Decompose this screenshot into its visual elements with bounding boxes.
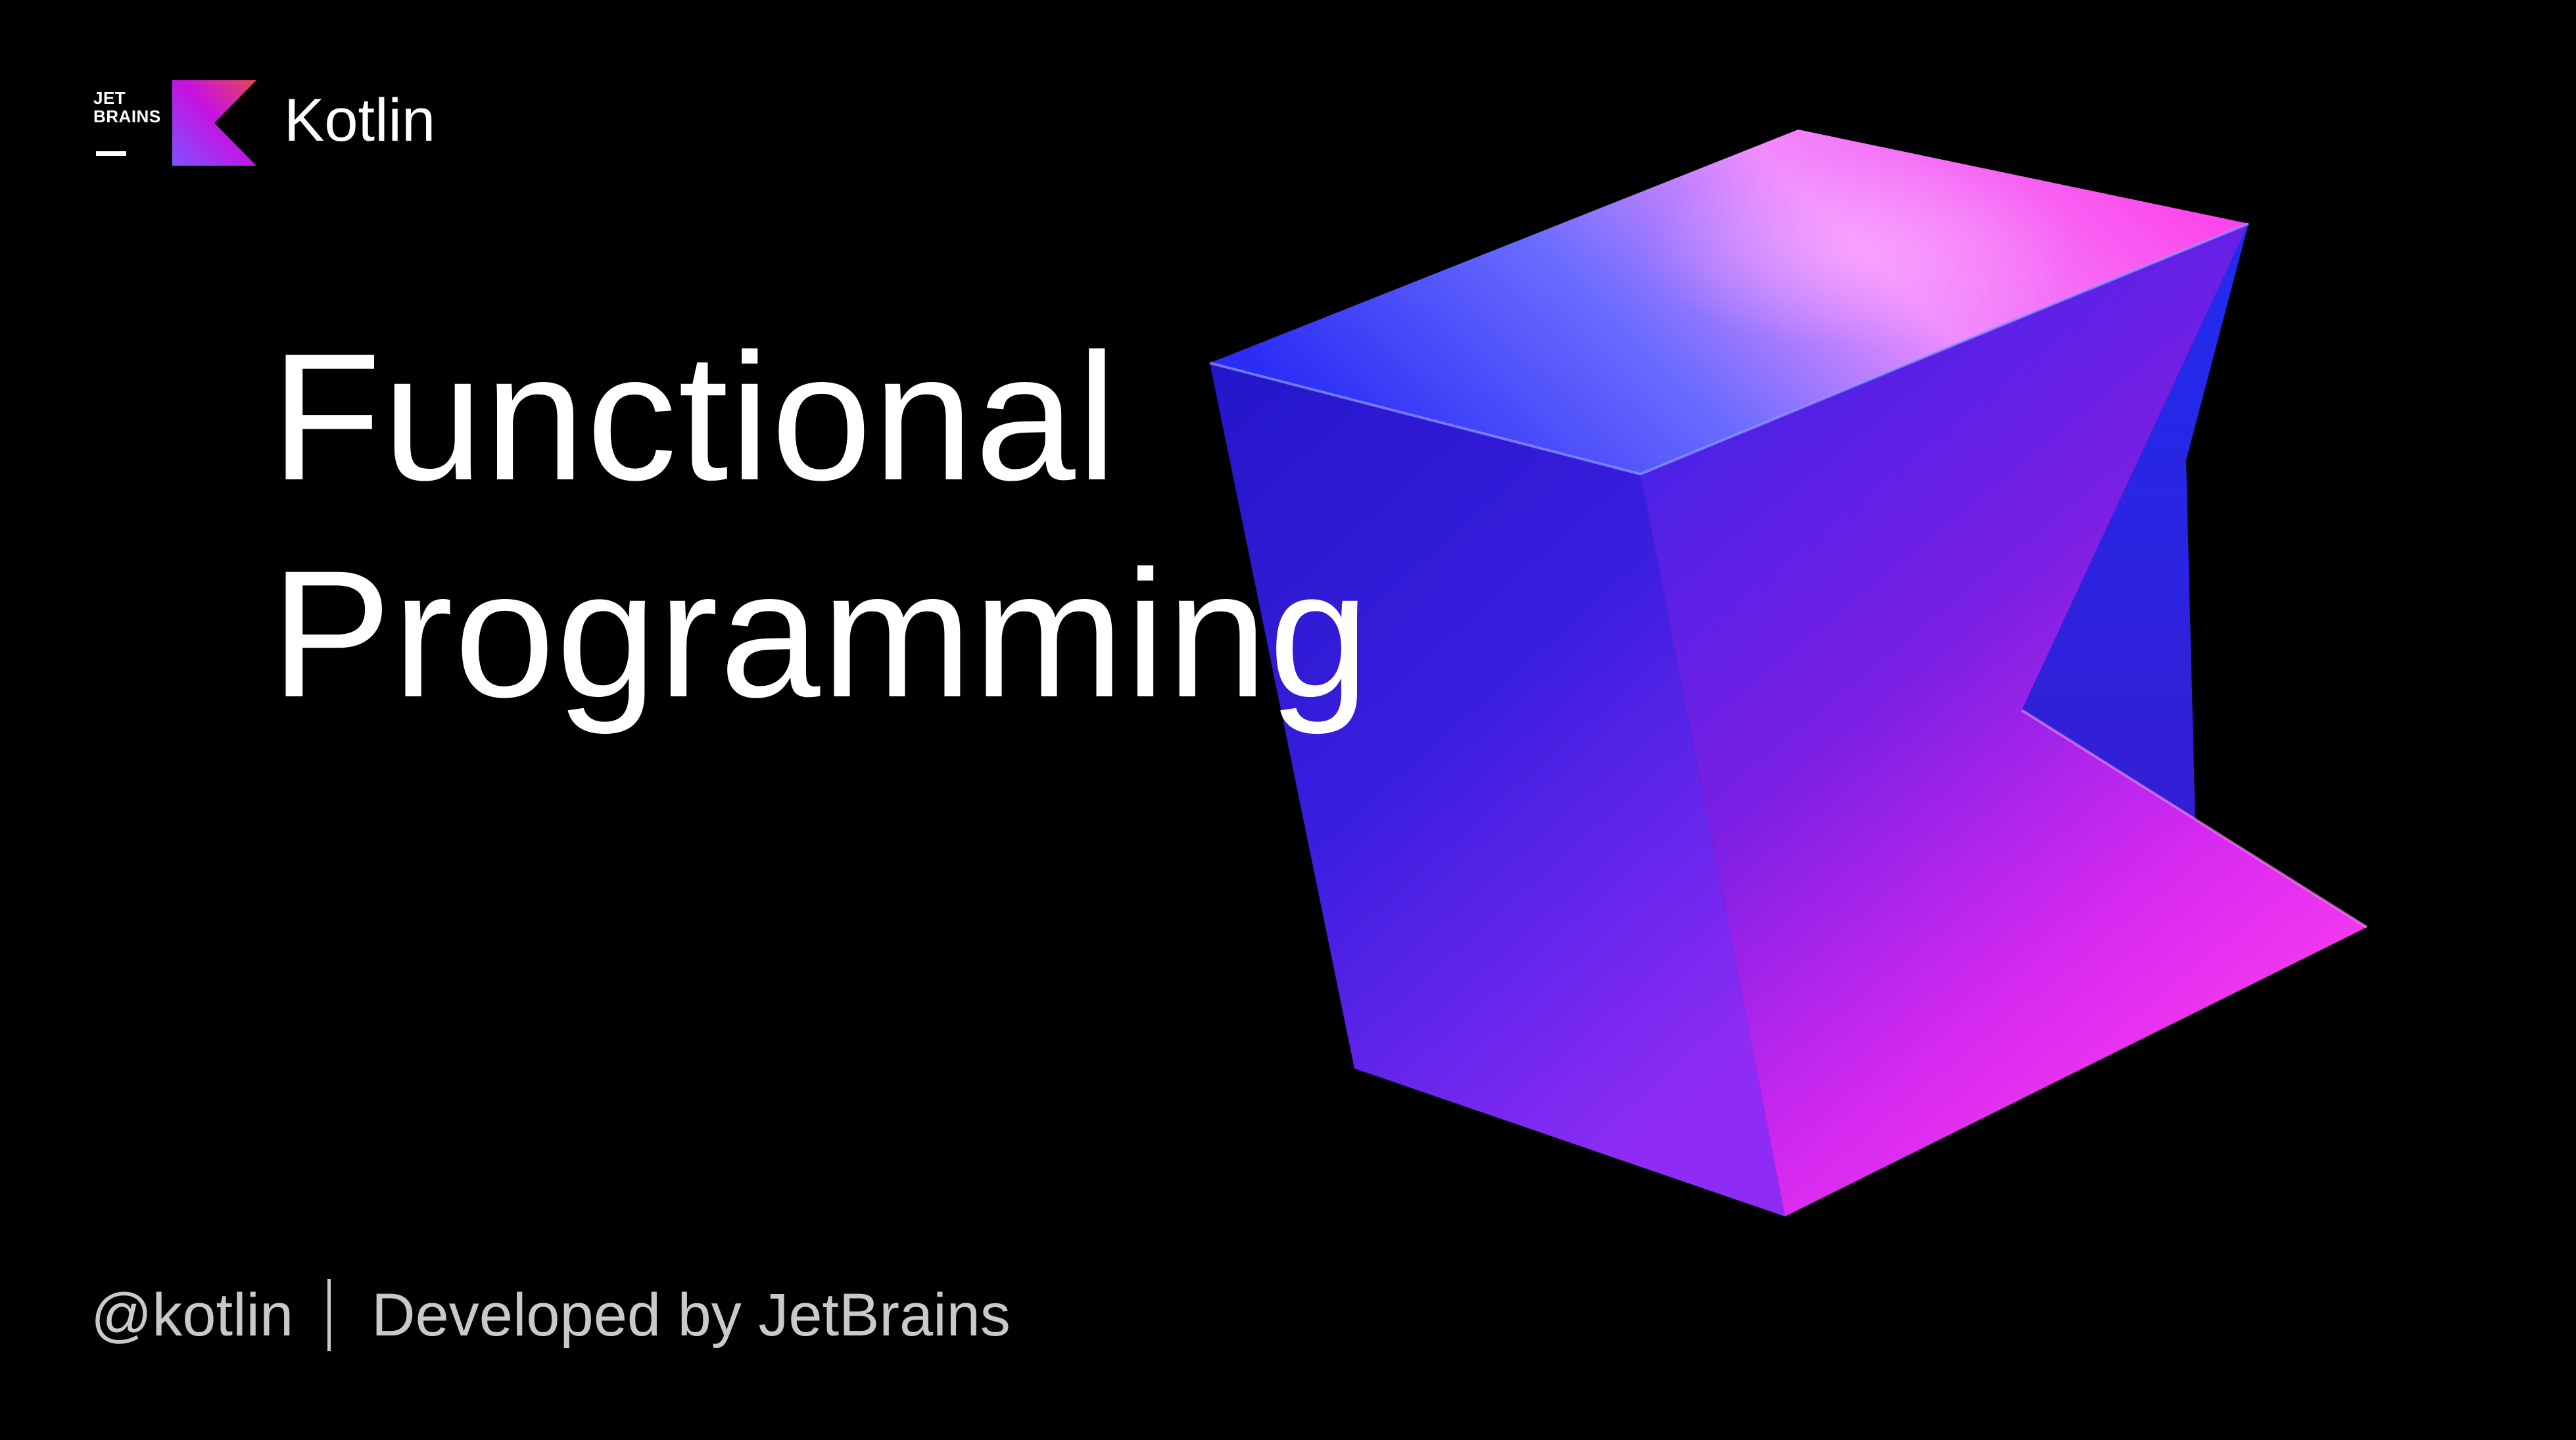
jetbrains-logo-icon: JET BRAINS (93, 89, 172, 161)
title-line-2: Programming (271, 533, 1371, 735)
twitter-handle: @kotlin (91, 1282, 294, 1349)
footer-divider (327, 1279, 331, 1351)
developer-credit: Developed by JetBrains (371, 1282, 1011, 1349)
kotlin-logo-icon (172, 80, 256, 166)
jetbrains-logo-text: JET BRAINS (93, 88, 161, 126)
page-title: Functional Programming (271, 309, 1371, 743)
title-line-1: Functional (271, 316, 1118, 518)
jetbrains-logo-bar (96, 151, 126, 156)
slide: JET BRAINS Kotlin Functional Programming (0, 0, 2576, 1440)
product-name: Kotlin (284, 87, 436, 154)
footer: @kotlin Developed by JetBrains (91, 1276, 1011, 1355)
